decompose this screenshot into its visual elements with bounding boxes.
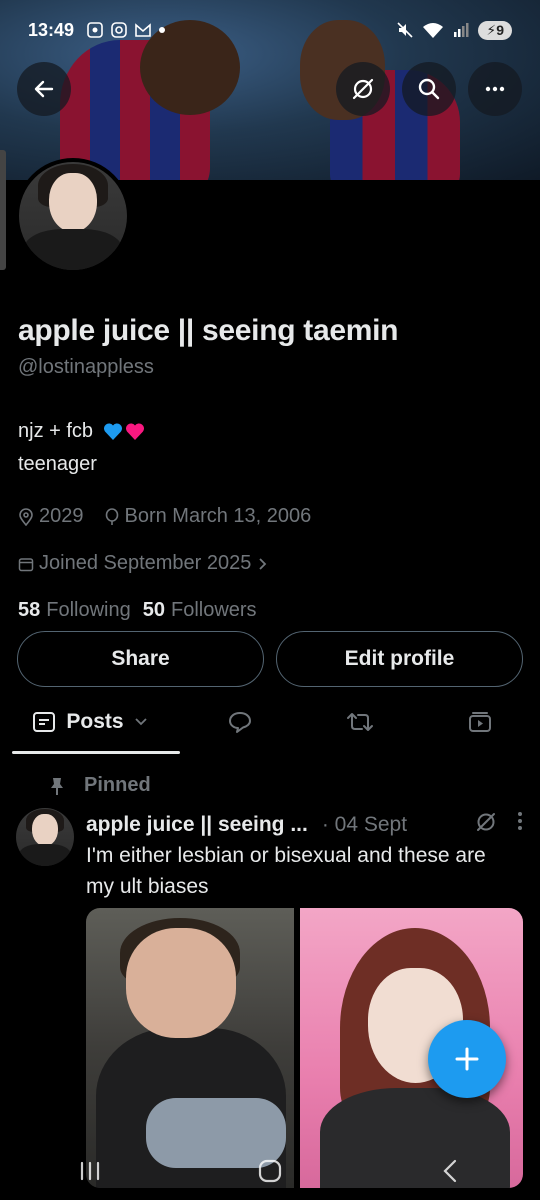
following-count: 58 bbox=[18, 599, 41, 621]
recent-apps-button[interactable] bbox=[60, 1151, 120, 1191]
chevron-down-icon bbox=[134, 718, 147, 726]
profile-actions: Share Edit profile bbox=[17, 631, 523, 687]
plus-icon bbox=[455, 1047, 479, 1071]
grok-button[interactable] bbox=[336, 62, 390, 116]
wifi-icon bbox=[423, 23, 444, 38]
tab-media[interactable] bbox=[420, 690, 540, 754]
tab-posts-label: Posts bbox=[66, 710, 124, 733]
image-1-face bbox=[126, 928, 236, 1038]
tab-highlights[interactable] bbox=[300, 690, 420, 754]
tab-replies[interactable] bbox=[180, 690, 300, 754]
following-label: Following bbox=[46, 599, 131, 621]
arrow-left-icon bbox=[34, 80, 54, 98]
search-button[interactable] bbox=[402, 62, 456, 116]
battery-level: 9 bbox=[496, 21, 504, 38]
blue-heart-icon bbox=[103, 423, 122, 441]
speech-bubble-icon bbox=[229, 712, 251, 733]
back-button[interactable] bbox=[17, 62, 71, 116]
more-horizontal-icon bbox=[485, 86, 505, 92]
post-more-button[interactable] bbox=[516, 810, 524, 838]
status-bar: 13:49 ⚡9 bbox=[0, 0, 540, 60]
avatar-image bbox=[19, 162, 127, 270]
followers-link[interactable]: 50 Followers bbox=[143, 599, 257, 622]
post-time[interactable]: · 04 Sept bbox=[322, 813, 407, 837]
search-icon bbox=[418, 78, 440, 100]
post-grok-button[interactable] bbox=[474, 810, 498, 840]
bio: njz + fcb teenager bbox=[18, 415, 522, 481]
pinned-indicator: Pinned bbox=[48, 774, 151, 797]
follow-stats: 58 Following 50 Followers bbox=[18, 599, 522, 622]
scroll-handle[interactable] bbox=[0, 150, 6, 270]
retweet-icon bbox=[347, 713, 373, 731]
followers-count: 50 bbox=[142, 599, 165, 621]
bio-hearts bbox=[103, 422, 145, 441]
profile-info: apple juice || seeing taemin @lostinappl… bbox=[18, 314, 522, 622]
tab-posts[interactable]: Posts bbox=[0, 690, 180, 754]
pinned-label: Pinned bbox=[84, 774, 151, 796]
posts-icon bbox=[33, 712, 56, 732]
bio-line-1: njz + fcb bbox=[18, 415, 522, 448]
pin-icon bbox=[51, 777, 63, 795]
balloon-icon bbox=[105, 507, 118, 525]
dot-icon bbox=[159, 27, 166, 33]
home-icon bbox=[258, 1159, 282, 1183]
display-name: apple juice || seeing taemin bbox=[18, 314, 399, 347]
avatar-face bbox=[49, 172, 97, 233]
instagram-icon bbox=[111, 22, 127, 38]
location-pin-icon bbox=[19, 507, 33, 526]
red-heart-icon bbox=[125, 423, 144, 441]
edit-profile-button[interactable]: Edit profile bbox=[276, 631, 523, 687]
location: 2029 bbox=[18, 505, 84, 528]
chevron-right-icon bbox=[259, 557, 267, 570]
more-vertical-icon bbox=[518, 812, 522, 830]
profile-avatar[interactable] bbox=[15, 158, 131, 274]
birthday: Born March 13, 2006 bbox=[104, 505, 312, 528]
share-button[interactable]: Share bbox=[17, 631, 264, 687]
bio-line-2: teenager bbox=[18, 453, 97, 475]
post-author[interactable]: apple juice || seeing ... bbox=[86, 813, 308, 837]
post-header: apple juice || seeing ... · 04 Sept bbox=[86, 810, 526, 840]
avatar-suit bbox=[24, 228, 122, 270]
bio-text-1: njz + fcb bbox=[18, 420, 94, 442]
system-back-button[interactable] bbox=[420, 1151, 480, 1191]
compose-button[interactable] bbox=[428, 1020, 506, 1098]
joined-row[interactable]: Joined September 2025 bbox=[18, 552, 522, 575]
post-avatar-face bbox=[32, 813, 58, 846]
battery-indicator: ⚡9 bbox=[478, 20, 512, 40]
status-time: 13:49 bbox=[28, 19, 75, 40]
location-text: 2029 bbox=[39, 505, 84, 527]
status-system-icons: ⚡9 bbox=[396, 20, 512, 40]
profile-tabs: Posts bbox=[0, 690, 540, 754]
post-avatar[interactable] bbox=[16, 808, 74, 866]
home-button[interactable] bbox=[240, 1151, 300, 1191]
calendar-icon bbox=[18, 557, 34, 571]
signal-icon bbox=[454, 23, 469, 37]
handle: @lostinappless bbox=[18, 356, 154, 378]
more-options-button[interactable] bbox=[468, 62, 522, 116]
system-navigation-bar bbox=[0, 1142, 540, 1200]
screenshot-icon bbox=[87, 22, 103, 38]
birthday-text: Born March 13, 2006 bbox=[124, 505, 312, 527]
gmail-icon bbox=[135, 23, 151, 37]
media-icon bbox=[469, 712, 491, 732]
post-text: I'm either lesbian or bisexual and these… bbox=[86, 844, 486, 898]
recent-apps-icon bbox=[80, 1161, 100, 1181]
chevron-left-icon bbox=[443, 1159, 457, 1183]
joined-text: Joined September 2025 bbox=[39, 552, 252, 574]
following-link[interactable]: 58 Following bbox=[18, 599, 131, 622]
grok-icon bbox=[352, 78, 374, 100]
mute-icon bbox=[397, 22, 413, 38]
post-avatar-suit bbox=[18, 843, 72, 866]
profile-meta: 2029 Born March 13, 2006 bbox=[18, 505, 522, 528]
grok-icon bbox=[477, 813, 495, 831]
followers-label: Followers bbox=[170, 599, 257, 621]
status-notification-icons bbox=[86, 21, 166, 39]
joined[interactable]: Joined September 2025 bbox=[18, 552, 268, 575]
